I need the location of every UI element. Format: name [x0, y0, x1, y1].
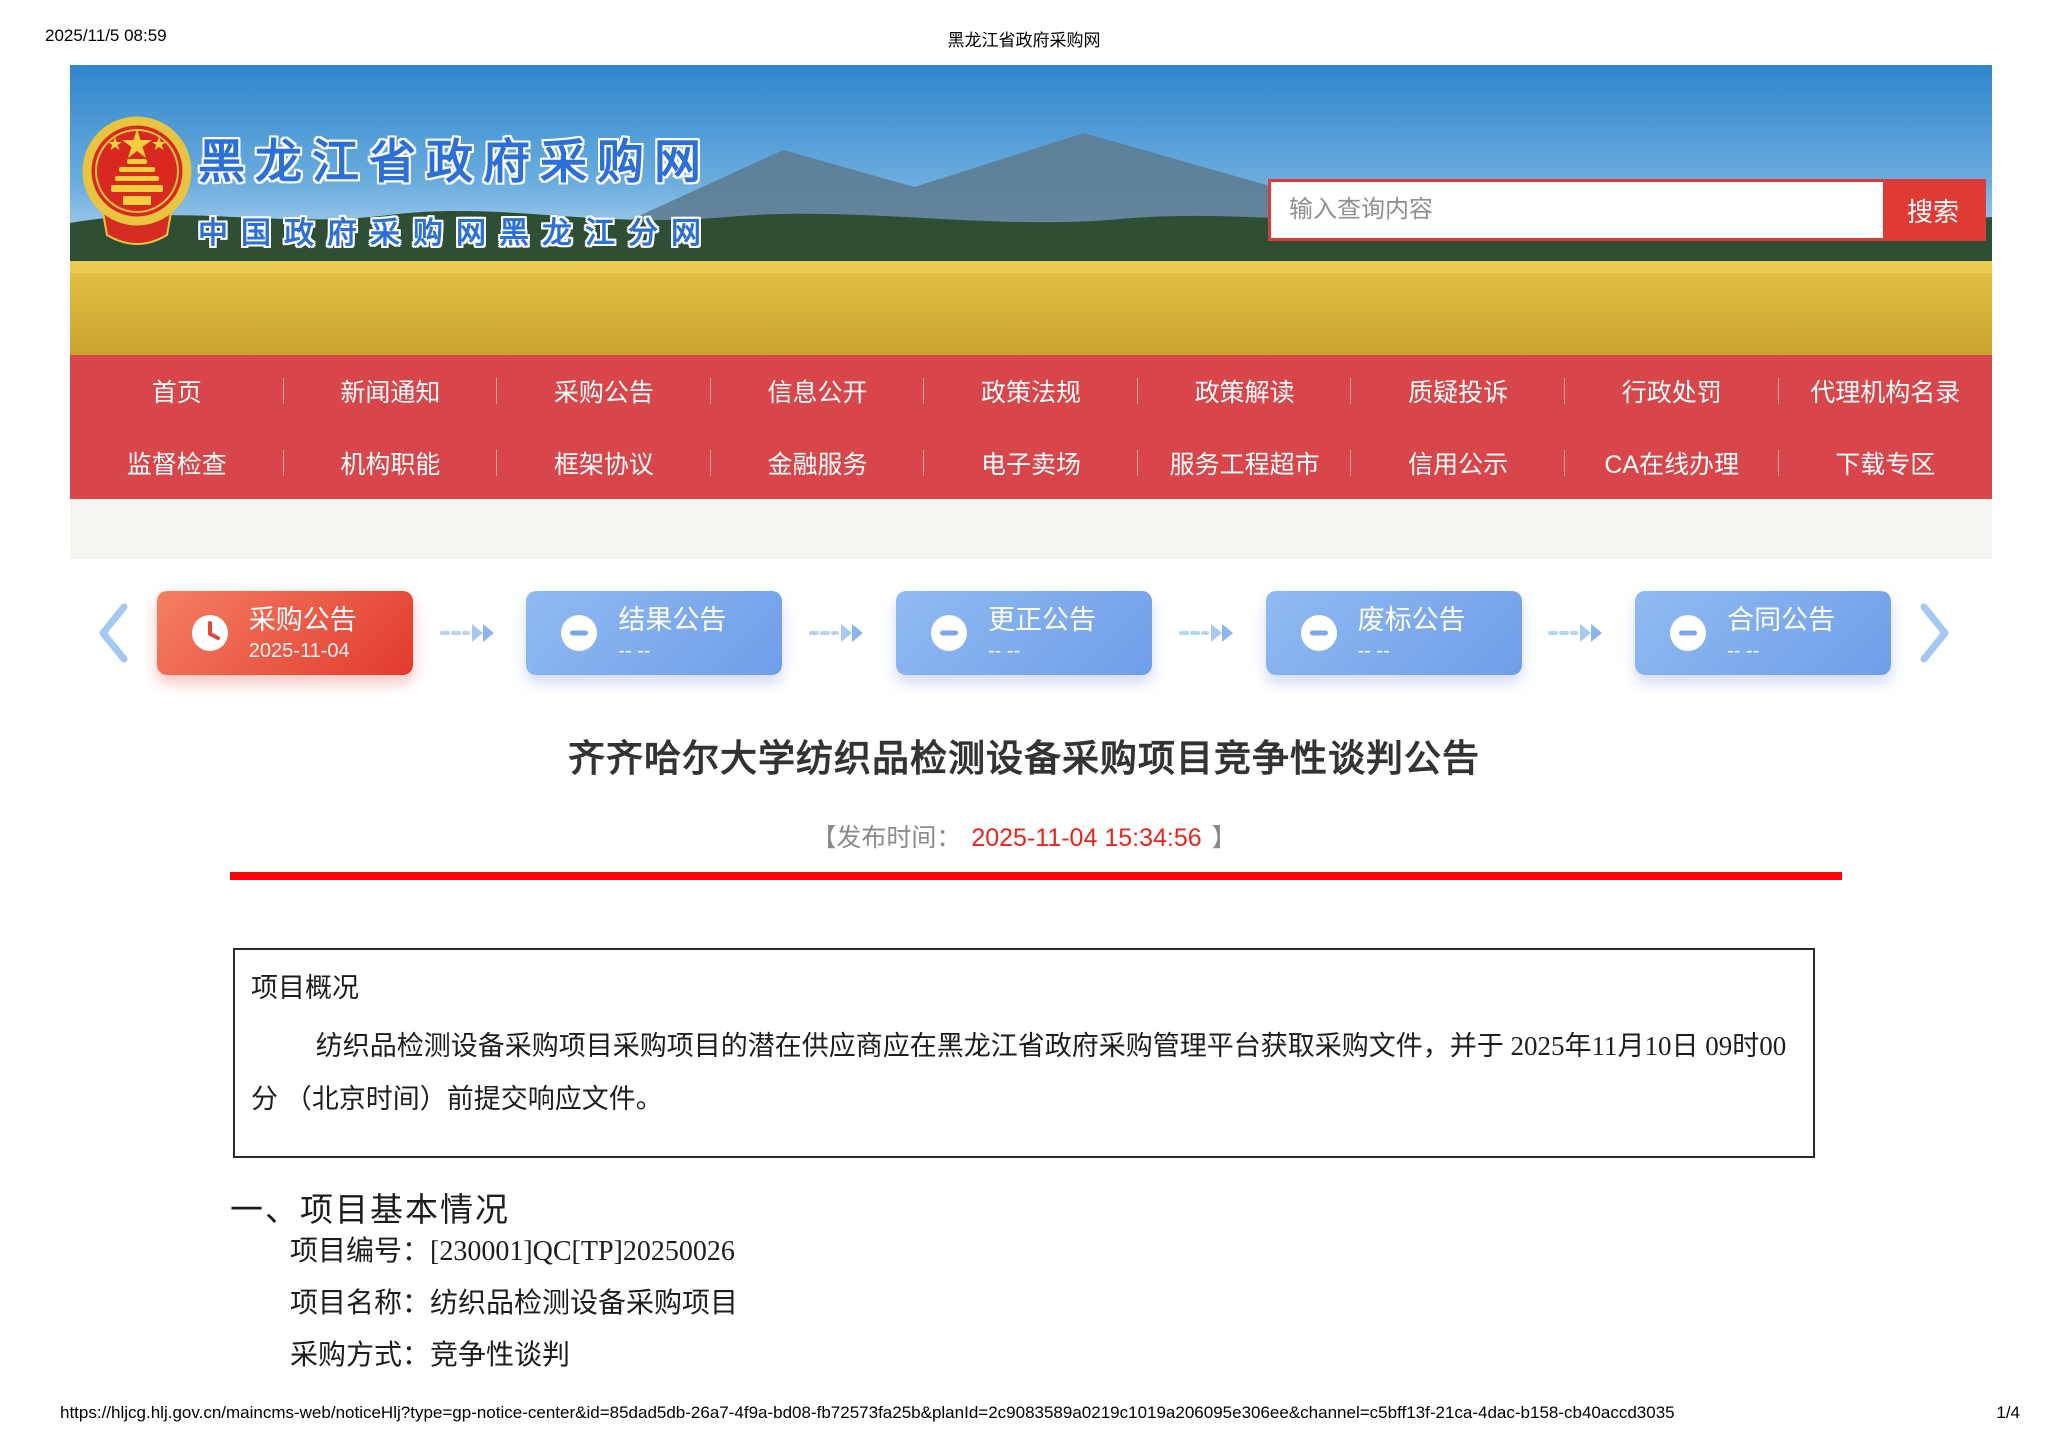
detail-procurement-method: 采购方式：竞争性谈判	[290, 1340, 571, 1371]
overview-heading: 项目概况	[251, 973, 359, 1003]
print-page-title: 黑龙江省政府采购网	[947, 31, 1101, 50]
main-nav: 首页 新闻通知 采购公告 信息公开 政策法规 政策解读 质疑投诉 行政处罚 代理…	[70, 355, 1992, 499]
nav-item-download-zone[interactable]: 下载专区	[1779, 445, 1993, 481]
nav-item-admin-penalty[interactable]: 行政处罚	[1565, 373, 1779, 409]
step-label: 结果公告	[618, 604, 727, 635]
nav-item-policy-interpretation[interactable]: 政策解读	[1138, 373, 1352, 409]
clock-icon	[191, 615, 228, 651]
detail-project-name: 项目名称：纺织品检测设备采购项目	[290, 1288, 739, 1319]
nav-row-2: 监督检查 机构职能 框架协议 金融服务 电子卖场 服务工程超市 信用公示 CA在…	[70, 427, 1992, 499]
publish-time: 2025-11-04 15:34:56	[971, 824, 1202, 852]
nav-item-info-disclosure[interactable]: 信息公开	[711, 373, 925, 409]
step-label: 更正公告	[987, 604, 1096, 635]
step-label: 废标公告	[1357, 604, 1466, 635]
step-card-procurement-notice[interactable]: 采购公告 2025-11-04	[156, 591, 413, 675]
step-label: 合同公告	[1727, 604, 1836, 635]
carousel-left-chevron-icon[interactable]	[96, 602, 130, 664]
site-banner: 黑龙江省政府采购网 中国政府采购网黑龙江分网 搜索	[70, 65, 1992, 355]
nav-item-procurement-notice[interactable]: 采购公告	[497, 373, 711, 409]
minus-circle-icon	[1300, 615, 1337, 651]
carousel-right-chevron-icon[interactable]	[1918, 602, 1952, 664]
minus-circle-icon	[1670, 615, 1707, 651]
nav-item-credit-publicity[interactable]: 信用公示	[1351, 445, 1565, 481]
nav-item-financial-services[interactable]: 金融服务	[711, 445, 925, 481]
nav-item-service-project-mart[interactable]: 服务工程超市	[1138, 445, 1352, 481]
search-input[interactable]	[1271, 182, 1883, 238]
page: 2025/11/5 08:59 黑龙江省政府采购网 黑龙江省政府采购网 中国政府…	[0, 0, 2048, 1447]
banner-bottom-strip	[70, 499, 1992, 559]
print-timestamp: 2025/11/5 08:59	[45, 26, 167, 45]
banner-titles: 黑龙江省政府采购网 中国政府采购网黑龙江分网	[198, 123, 714, 252]
nav-item-supervision[interactable]: 监督检查	[70, 445, 284, 481]
section-heading-basic-info: 一、项目基本情况	[230, 1193, 510, 1229]
nav-item-ca-online[interactable]: CA在线办理	[1565, 445, 1779, 481]
step-label: 采购公告	[248, 604, 357, 635]
notice-step-carousel: 采购公告 2025-11-04 结果公告 -- -- 更正公告 -- -- 废标…	[0, 578, 2048, 688]
step-date: -- --	[987, 639, 1021, 662]
step-card-result-notice[interactable]: 结果公告 -- --	[526, 591, 783, 675]
publish-label: 【发布时间：	[811, 824, 962, 852]
step-card-correction-notice[interactable]: 更正公告 -- --	[895, 591, 1152, 675]
nav-item-policy-regulations[interactable]: 政策法规	[924, 373, 1138, 409]
step-arrow-icon	[439, 624, 494, 642]
print-header: 2025/11/5 08:59 黑龙江省政府采购网	[45, 26, 2003, 50]
step-date: -- --	[1727, 639, 1760, 662]
national-emblem-logo	[82, 116, 192, 245]
site-title: 黑龙江省政府采购网	[198, 135, 711, 188]
nav-item-e-marketplace[interactable]: 电子卖场	[924, 445, 1138, 481]
step-card-contract-notice[interactable]: 合同公告 -- --	[1635, 591, 1892, 675]
publish-time-line: 【发布时间： 2025-11-04 15:34:56 】	[0, 818, 2048, 854]
nav-item-framework-agreement[interactable]: 框架协议	[497, 445, 711, 481]
print-footer: https://hljcg.hlj.gov.cn/maincms-web/not…	[60, 1403, 2020, 1423]
step-card-cancellation-notice[interactable]: 废标公告 -- --	[1265, 591, 1522, 675]
step-arrow-icon	[809, 624, 864, 642]
nav-item-org-functions[interactable]: 机构职能	[284, 445, 498, 481]
print-footer-page-number: 1/4	[1996, 1403, 2020, 1422]
minus-circle-icon	[561, 615, 598, 651]
print-footer-url: https://hljcg.hlj.gov.cn/maincms-web/not…	[60, 1403, 1675, 1422]
nav-item-news-notice[interactable]: 新闻通知	[284, 373, 498, 409]
step-arrow-icon	[1178, 624, 1233, 642]
step-arrow-icon	[1548, 624, 1603, 642]
site-subtitle: 中国政府采购网黑龙江分网	[198, 217, 714, 250]
detail-project-number: 项目编号：[230001]QC[TP]20250026	[290, 1236, 735, 1267]
red-divider-rule	[230, 872, 1842, 880]
step-date: -- --	[618, 639, 651, 662]
search-button[interactable]: 搜索	[1883, 182, 1983, 238]
nav-item-complaints[interactable]: 质疑投诉	[1351, 373, 1565, 409]
publish-label-close: 】	[1211, 824, 1237, 852]
search-bar: 搜索	[1268, 179, 1986, 241]
step-date: -- --	[1357, 639, 1390, 662]
minus-circle-icon	[930, 615, 967, 651]
project-details: 项目编号：[230001]QC[TP]20250026 项目名称：纺织品检测设备…	[290, 1226, 738, 1382]
article-title: 齐齐哈尔大学纺织品检测设备采购项目竞争性谈判公告	[568, 738, 1480, 779]
step-date: 2025-11-04	[248, 639, 350, 662]
project-overview-box: 项目概况 纺织品检测设备采购项目采购项目的潜在供应商应在黑龙江省政府采购管理平台…	[233, 948, 1815, 1158]
overview-body: 纺织品检测设备采购项目采购项目的潜在供应商应在黑龙江省政府采购管理平台获取采购文…	[251, 1031, 1787, 1114]
nav-item-home[interactable]: 首页	[70, 373, 284, 409]
nav-item-agency-directory[interactable]: 代理机构名录	[1779, 373, 1993, 409]
nav-row-1: 首页 新闻通知 采购公告 信息公开 政策法规 政策解读 质疑投诉 行政处罚 代理…	[70, 355, 1992, 427]
